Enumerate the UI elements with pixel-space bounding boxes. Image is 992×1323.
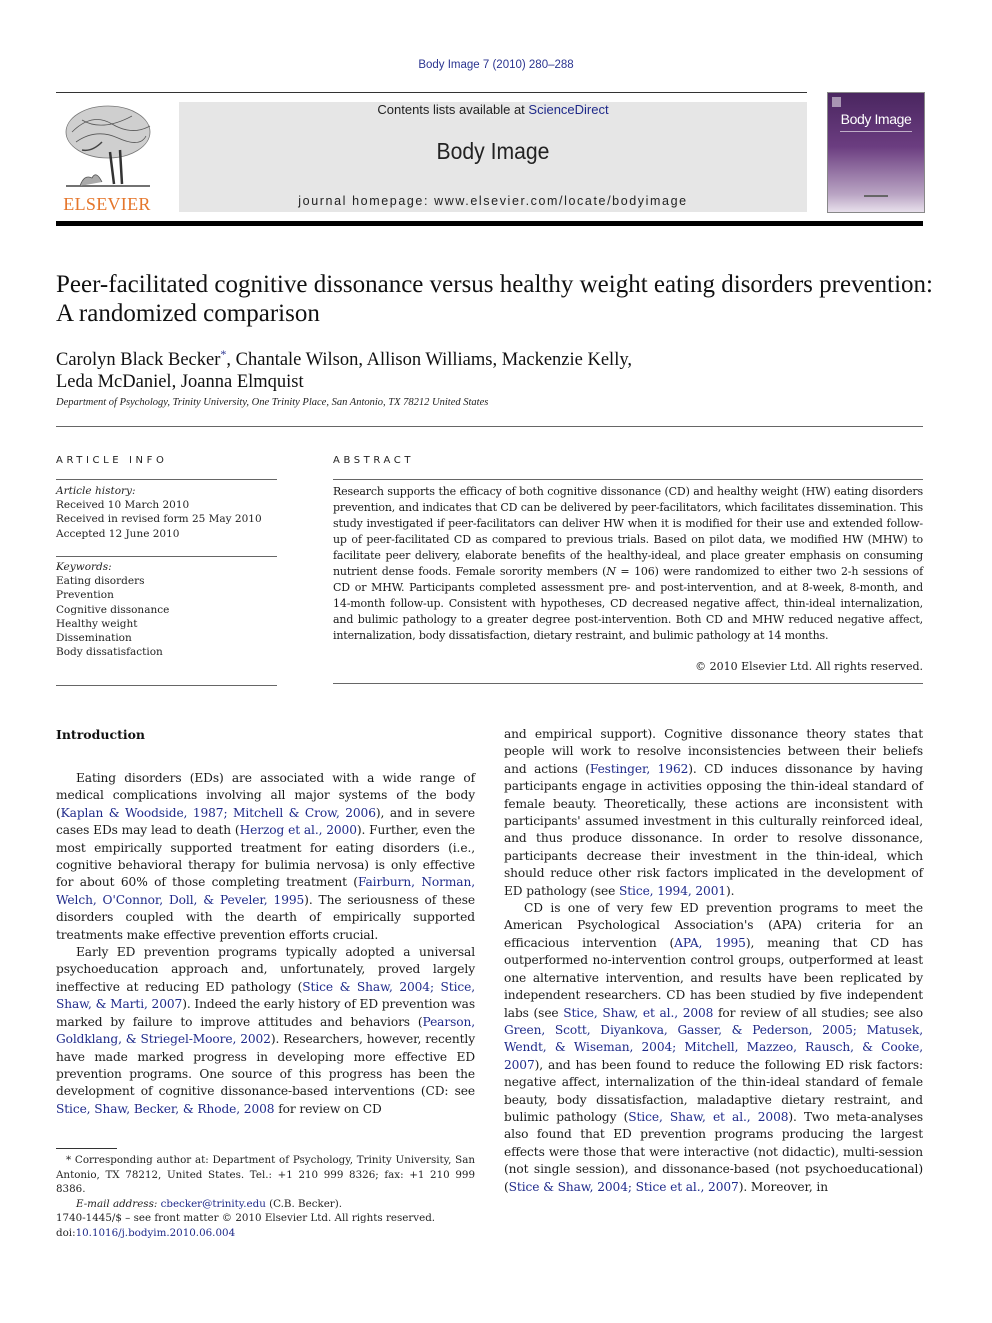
citation-link[interactable]: Herzog et al., 2000: [240, 823, 357, 837]
keyword: Eating disorders: [56, 575, 145, 588]
keyword: Body dissatisfaction: [56, 646, 163, 659]
citation-link[interactable]: Stice & Shaw, 2004; Stice et al., 2007: [509, 1180, 739, 1194]
sciencedirect-link[interactable]: ScienceDirect: [528, 102, 608, 117]
citation-link[interactable]: APA, 1995: [674, 936, 746, 950]
citation-link[interactable]: Stice, Shaw, Becker, & Rhode, 2008: [56, 1102, 275, 1116]
journal-homepage-link[interactable]: journal homepage: www.elsevier.com/locat…: [179, 194, 807, 208]
journal-citation[interactable]: Body Image 7 (2010) 280–288: [0, 59, 992, 71]
contents-line: Contents lists available at ScienceDirec…: [377, 102, 609, 117]
body-text: ). Moreover, in: [738, 1179, 828, 1194]
body-column-left: Eating disorders (EDs) are associated wi…: [56, 770, 475, 1118]
cover-title: Body Image: [840, 111, 912, 127]
keyword: Dissemination: [56, 632, 132, 645]
body-text: ).: [726, 883, 735, 898]
keyword: Cognitive dissonance: [56, 603, 170, 616]
body-text: for review of all studies; see also: [713, 1005, 923, 1020]
body-text: ). CD induces dissonance by having parti…: [504, 761, 924, 898]
elsevier-logo[interactable]: ELSEVIER: [56, 100, 158, 214]
author-list-line2: Leda McDaniel, Joanna Elmquist: [56, 372, 304, 393]
paragraph: CD is one of very few ED prevention prog…: [504, 900, 923, 1196]
email-link[interactable]: cbecker@trinity.edu: [161, 1198, 266, 1210]
article-info-heading: ARTICLE INFO: [56, 455, 168, 466]
footnote: * Corresponding author at: Department of…: [56, 1153, 475, 1211]
journal-banner: Contents lists available at ScienceDirec…: [179, 102, 807, 212]
cover-editor-mark: [864, 195, 888, 197]
citation-link[interactable]: Stice, 1994, 2001: [619, 884, 726, 898]
body-column-right: and empirical support). Cognitive disson…: [504, 726, 923, 1196]
doi-link[interactable]: 10.1016/j.bodyim.2010.06.004: [76, 1227, 236, 1239]
citation-link[interactable]: Stice, Shaw, et al., 2008: [628, 1110, 788, 1124]
citation-link[interactable]: Stice, Shaw, et al., 2008: [563, 1006, 713, 1020]
section-heading-introduction: Introduction: [56, 727, 146, 742]
issn-line: 1740-1445/$ – see front matter © 2010 El…: [56, 1212, 436, 1224]
citation-link[interactable]: Festinger, 1962: [590, 762, 688, 776]
footnote-rule: [56, 1148, 117, 1149]
section-rule: [56, 426, 923, 427]
author-list: Carolyn Black Becker*, Chantale Wilson, …: [56, 347, 633, 393]
keywords: Keywords: Eating disorders Prevention Co…: [56, 560, 169, 659]
cover-subtitle-rule: [840, 131, 912, 132]
history-label: Article history:: [56, 485, 136, 497]
paragraph: Eating disorders (EDs) are associated wi…: [56, 770, 475, 944]
author-corresponding[interactable]: Carolyn Black Becker: [56, 350, 220, 370]
history-accepted: Accepted 12 June 2010: [56, 527, 180, 540]
keyword: Healthy weight: [56, 617, 138, 630]
keyword: Prevention: [56, 589, 114, 602]
cover-publisher-logo: [832, 97, 841, 107]
email-note: E-mail address: cbecker@trinity.edu (C.B…: [76, 1197, 343, 1210]
corresponding-author-note: * Corresponding author at: Department of…: [56, 1154, 475, 1195]
journal-cover-thumbnail[interactable]: Body Image: [827, 92, 925, 213]
info-rule: [56, 556, 277, 557]
paragraph: Early ED prevention programs typically a…: [56, 944, 475, 1118]
history-revised: Received in revised form 25 May 2010: [56, 513, 262, 526]
abstract-heading: ABSTRACT: [333, 455, 415, 466]
doi-line: doi:10.1016/j.bodyim.2010.06.004: [56, 1227, 236, 1239]
affiliation: Department of Psychology, Trinity Univer…: [56, 397, 489, 408]
article-title: Peer-facilitated cognitive dissonance ve…: [56, 271, 934, 327]
abstract-rule: [333, 683, 923, 684]
abstract-rule: [333, 479, 923, 480]
info-rule: [56, 685, 277, 686]
elsevier-wordmark: ELSEVIER: [63, 194, 151, 214]
abstract-copyright: © 2010 Elsevier Ltd. All rights reserved…: [695, 660, 923, 673]
front-matter: 1740-1445/$ – see front matter © 2010 El…: [56, 1211, 496, 1241]
history-received: Received 10 March 2010: [56, 499, 190, 512]
journal-name: Body Image: [436, 138, 550, 164]
header-thick-rule: [56, 221, 923, 226]
citation-link[interactable]: Kaplan & Woodside, 1987; Mitchell & Crow…: [61, 806, 376, 820]
abstract-text: Research supports the efficacy of both c…: [333, 485, 924, 642]
keywords-label: Keywords:: [56, 561, 112, 573]
elsevier-tree-icon: [65, 105, 151, 187]
paragraph: and empirical support). Cognitive disson…: [504, 726, 923, 900]
body-text: for review on CD: [274, 1101, 382, 1116]
header-rule: [56, 92, 807, 93]
article-history: Article history: Received 10 March 2010 …: [56, 484, 262, 541]
info-rule: [56, 479, 277, 480]
